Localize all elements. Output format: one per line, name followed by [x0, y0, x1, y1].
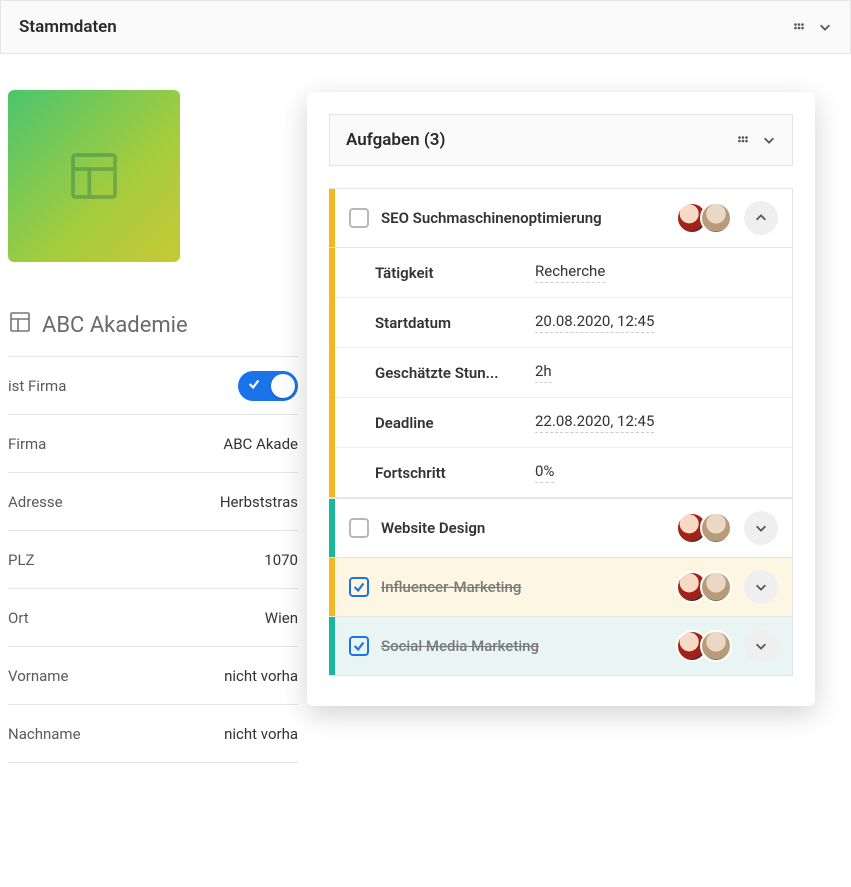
field-value[interactable]: 1070 — [264, 551, 298, 569]
toggle-knob — [271, 374, 295, 398]
avatar — [700, 512, 732, 544]
task-row-website-design: Website Design — [329, 498, 793, 558]
company-panel: ABC Akademie ist Firma Firma ABC Akade A… — [8, 90, 298, 763]
field-row-ort: Ort Wien — [8, 589, 298, 647]
task-title: Social Media Marketing — [381, 637, 664, 655]
assignee-avatars[interactable] — [676, 512, 732, 544]
detail-row-deadline: Deadline 22.08.2020, 12:45 — [335, 398, 792, 448]
field-value[interactable]: Wien — [265, 609, 298, 627]
task-title: SEO Suchmaschinenoptimierung — [381, 209, 664, 227]
field-row-adresse: Adresse Herbststras — [8, 473, 298, 531]
field-label: Adresse — [8, 493, 63, 511]
assignee-avatars[interactable] — [676, 630, 732, 662]
task-checkbox[interactable] — [349, 577, 369, 597]
task-title: Website Design — [381, 519, 664, 537]
tasks-card: Aufgaben (3) SEO Suchmaschinenoptimierun… — [307, 92, 815, 706]
detail-value[interactable]: 22.08.2020, 12:45 — [535, 412, 654, 433]
tasks-header: Aufgaben (3) — [329, 114, 793, 166]
detail-value[interactable]: 2h — [535, 362, 552, 383]
expand-button[interactable] — [744, 629, 778, 663]
detail-label: Startdatum — [375, 314, 535, 332]
field-row-ist-firma: ist Firma — [8, 357, 298, 415]
avatar — [700, 202, 732, 234]
task-row[interactable]: Social Media Marketing — [335, 617, 792, 675]
field-row-vorname: Vorname nicht vorha — [8, 647, 298, 705]
task-row[interactable]: Influencer-Marketing — [335, 558, 792, 616]
expand-button[interactable] — [744, 511, 778, 545]
company-name: ABC Akademie — [42, 313, 188, 338]
field-label: Nachname — [8, 725, 81, 743]
field-value[interactable]: Herbststras — [220, 493, 298, 511]
detail-row-progress: Fortschritt 0% — [335, 448, 792, 497]
check-icon — [247, 377, 261, 395]
task-details: Tätigkeit Recherche Startdatum 20.08.202… — [329, 248, 793, 498]
drag-grip-icon[interactable] — [792, 20, 806, 34]
field-value[interactable]: nicht vorha — [224, 725, 298, 743]
company-logo-tile — [8, 90, 180, 262]
task-details-grid: Tätigkeit Recherche Startdatum 20.08.202… — [335, 248, 792, 497]
master-data-header: Stammdaten — [0, 0, 851, 54]
detail-label: Fortschritt — [375, 464, 535, 482]
header-actions — [792, 20, 832, 34]
field-row-firma: Firma ABC Akade — [8, 415, 298, 473]
task-row-seo: SEO Suchmaschinenoptimierung — [329, 188, 793, 248]
collapse-chevron-icon[interactable] — [818, 20, 832, 34]
field-row-plz: PLZ 1070 — [8, 531, 298, 589]
detail-value[interactable]: 0% — [535, 462, 554, 483]
detail-label: Tätigkeit — [375, 264, 535, 282]
field-label: Ort — [8, 609, 29, 627]
field-label: PLZ — [8, 551, 35, 569]
tasks-header-actions — [736, 133, 776, 147]
detail-value[interactable]: 20.08.2020, 12:45 — [535, 312, 654, 333]
detail-value[interactable]: Recherche — [535, 262, 605, 283]
drag-grip-icon[interactable] — [736, 133, 750, 147]
task-checkbox[interactable] — [349, 636, 369, 656]
avatar — [700, 571, 732, 603]
company-logo-icon — [66, 148, 122, 204]
task-title: Influencer-Marketing — [381, 578, 664, 596]
task-row[interactable]: Website Design — [335, 499, 792, 557]
assignee-avatars[interactable] — [676, 202, 732, 234]
task-row-influencer-marketing: Influencer-Marketing — [329, 558, 793, 617]
field-label: Vorname — [8, 667, 68, 685]
collapse-button[interactable] — [744, 201, 778, 235]
detail-row-est: Geschätzte Stun... 2h — [335, 348, 792, 398]
company-name-row: ABC Akademie — [8, 310, 298, 357]
assignee-avatars[interactable] — [676, 571, 732, 603]
building-icon — [8, 310, 32, 340]
avatar — [700, 630, 732, 662]
is-company-toggle[interactable] — [238, 371, 298, 401]
collapse-chevron-icon[interactable] — [762, 133, 776, 147]
task-checkbox[interactable] — [349, 518, 369, 538]
field-label: Firma — [8, 435, 46, 453]
detail-label: Geschätzte Stun... — [375, 364, 535, 382]
field-label: ist Firma — [8, 377, 66, 395]
field-value[interactable]: ABC Akade — [223, 435, 298, 453]
task-checkbox[interactable] — [349, 208, 369, 228]
task-row[interactable]: SEO Suchmaschinenoptimierung — [335, 189, 792, 247]
header-title: Stammdaten — [19, 17, 117, 37]
field-row-nachname: Nachname nicht vorha — [8, 705, 298, 763]
field-value[interactable]: nicht vorha — [224, 667, 298, 685]
detail-row-startdatum: Startdatum 20.08.2020, 12:45 — [335, 298, 792, 348]
expand-button[interactable] — [744, 570, 778, 604]
task-row-social-media-marketing: Social Media Marketing — [329, 617, 793, 676]
detail-row-taetigkeit: Tätigkeit Recherche — [335, 248, 792, 298]
tasks-title: Aufgaben (3) — [346, 130, 445, 150]
detail-label: Deadline — [375, 414, 535, 432]
